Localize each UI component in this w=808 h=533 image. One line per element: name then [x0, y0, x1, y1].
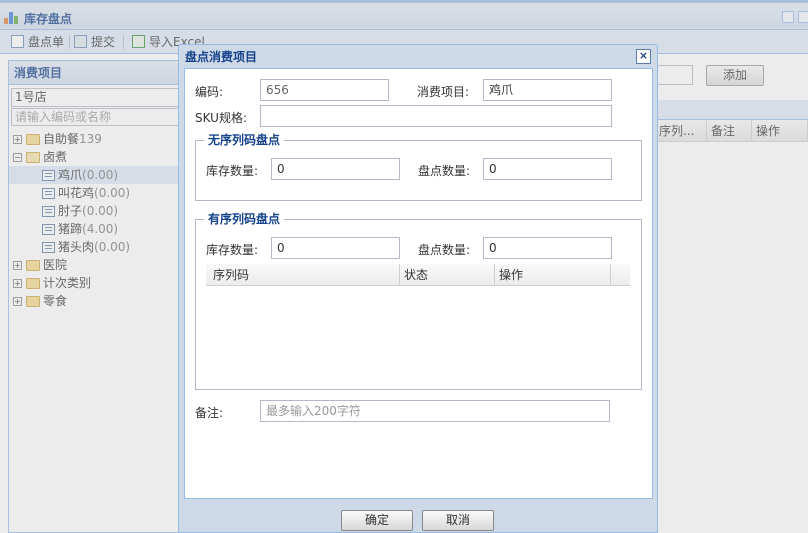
dialog-body: 编码: 656 消费项目: 鸡爪 SKU规格: 无序列码盘点 库存数量: 0 盘… — [184, 68, 653, 499]
no-serial-fieldset: 无序列码盘点 库存数量: 0 盘点数量: 0 — [195, 133, 642, 201]
counted-quantity-field[interactable]: 0 — [483, 158, 612, 180]
ok-button[interactable]: 确定 — [341, 510, 413, 531]
with-serial-fieldset: 有序列码盘点 库存数量: 0 盘点数量: 0 序列码 状态 操作 — [195, 212, 642, 390]
column-header-status[interactable]: 状态 — [400, 264, 495, 286]
dialog-title: 盘点消费项目 — [185, 50, 258, 64]
stock-quantity-label: 库存数量: — [206, 164, 259, 178]
serial-stock-quantity-field[interactable]: 0 — [271, 237, 400, 259]
stock-quantity-field[interactable]: 0 — [271, 158, 400, 180]
sku-label: SKU规格: — [195, 111, 247, 125]
stock-quantity-label: 库存数量: — [206, 243, 259, 257]
remark-field[interactable]: 最多输入200字符 — [260, 400, 610, 422]
column-header-serial-code[interactable]: 序列码 — [206, 264, 400, 286]
remark-label: 备注: — [195, 406, 224, 420]
counted-quantity-label: 盘点数量: — [418, 243, 471, 257]
no-serial-legend: 无序列码盘点 — [204, 133, 285, 147]
serial-counted-quantity-field[interactable]: 0 — [483, 237, 612, 259]
cancel-button[interactable]: 取消 — [422, 510, 494, 531]
item-field[interactable]: 鸡爪 — [483, 79, 612, 101]
close-icon[interactable]: × — [636, 49, 651, 64]
item-label: 消费项目: — [417, 85, 470, 99]
inventory-item-dialog: 盘点消费项目 × 编码: 656 消费项目: 鸡爪 SKU规格: 无序列码盘点 … — [178, 44, 658, 533]
code-label: 编码: — [195, 85, 224, 99]
sku-field[interactable] — [260, 105, 612, 127]
counted-quantity-label: 盘点数量: — [418, 164, 471, 178]
with-serial-legend: 有序列码盘点 — [204, 212, 285, 226]
code-field[interactable]: 656 — [260, 79, 389, 101]
column-header-operation[interactable]: 操作 — [495, 264, 611, 286]
serial-grid-header: 序列码 状态 操作 — [206, 264, 630, 286]
